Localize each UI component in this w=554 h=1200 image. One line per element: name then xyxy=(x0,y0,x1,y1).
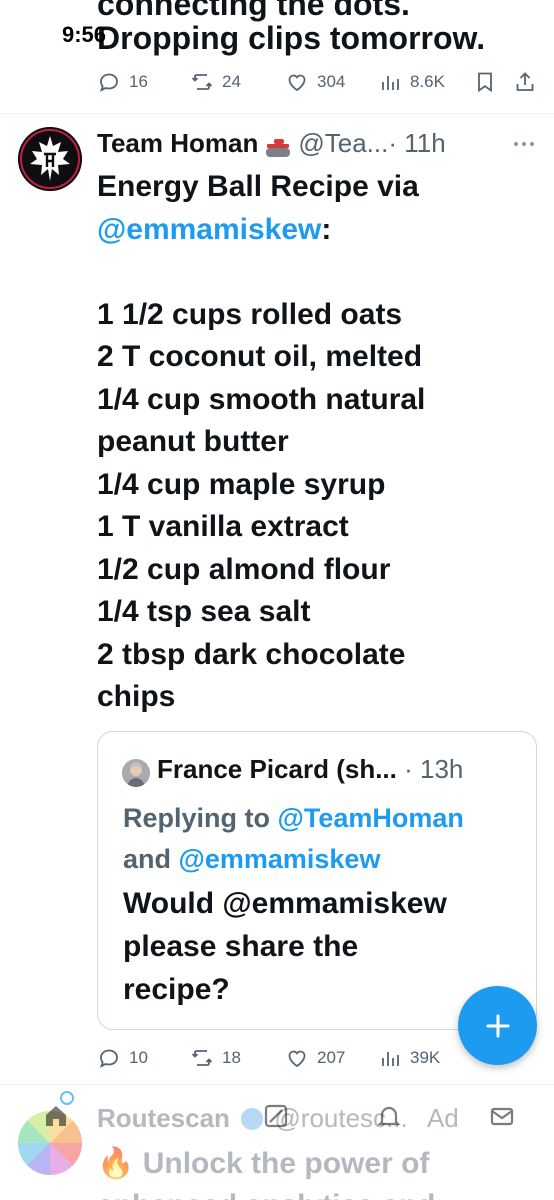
quoted-text-line: please share the xyxy=(123,930,359,963)
reply-button[interactable]: 16 xyxy=(97,70,148,94)
replying-and: and xyxy=(123,844,179,874)
like-count: 304 xyxy=(317,72,346,91)
reply-icon xyxy=(99,73,118,92)
quoted-tweet-time: · 13h xyxy=(396,754,464,784)
quoted-tweet[interactable]: France Picard (sh... · 13h Replying to @… xyxy=(97,731,537,1030)
heart-icon xyxy=(288,1050,306,1068)
colon: : xyxy=(321,212,332,246)
recipe-line: 1/4 tsp sea salt xyxy=(97,595,311,628)
quoted-tweet-text: Would @emmamiskew please share the recip… xyxy=(123,882,533,1011)
previous-tweet-actions: 16 24 304 8.6K xyxy=(0,70,554,96)
views-count: 8.6K xyxy=(410,72,445,91)
quoted-text-line: Would @emmamiskew xyxy=(123,887,447,920)
team-homan-logo-icon xyxy=(18,127,82,191)
share-button[interactable] xyxy=(513,70,537,94)
recipe-line: 1/2 cup almond flour xyxy=(97,552,391,586)
more-options-icon[interactable] xyxy=(512,139,536,149)
status-bar-time: 9:56 xyxy=(62,22,107,47)
views-icon xyxy=(382,76,399,90)
retweet-button[interactable]: 24 xyxy=(190,70,241,94)
author-avatar[interactable] xyxy=(18,127,82,191)
reply-count: 16 xyxy=(129,72,148,91)
recipe-line: chips xyxy=(97,680,176,713)
tweet-header: Team Homan @Tea... · 11h xyxy=(97,128,446,159)
tweet-text: Energy Ball Recipe via @emmamiskew: 1 1/… xyxy=(97,166,537,719)
recipe-line: 1 1/2 cups rolled oats xyxy=(97,297,403,331)
recipe-line: 1 T vanilla extract xyxy=(97,510,349,543)
reply-icon xyxy=(99,1049,118,1068)
like-button[interactable]: 207 xyxy=(285,1046,345,1070)
mention-link[interactable]: @emmamiskew xyxy=(179,844,381,874)
reply-button[interactable]: 10 xyxy=(97,1046,148,1070)
compose-tweet-button[interactable] xyxy=(458,986,537,1065)
plus-icon xyxy=(486,1014,509,1037)
author-name[interactable]: Team Homan xyxy=(97,128,258,159)
retweet-count: 24 xyxy=(222,72,241,91)
grok-icon[interactable] xyxy=(262,1102,290,1130)
replying-prefix: Replying to xyxy=(123,803,278,833)
mention-link[interactable]: @emmamiskew xyxy=(97,213,321,246)
mention-link[interactable]: @TeamHoman xyxy=(278,803,464,833)
replying-to: Replying to @TeamHoman and @emmamiskew xyxy=(123,798,533,880)
recipe-line: 2 tbsp dark chocolate xyxy=(97,637,406,671)
quoted-author-avatar xyxy=(122,759,150,787)
retweet-icon xyxy=(191,74,213,90)
recipe-line: 1/4 cup maple syrup xyxy=(97,467,386,501)
recipe-line: 2 T coconut oil, melted xyxy=(97,340,423,373)
recipe-line: peanut butter xyxy=(97,425,289,458)
heart-icon xyxy=(288,74,306,92)
tweet-divider xyxy=(0,113,554,114)
quoted-author-name: France Picard (sh... xyxy=(157,754,397,784)
views-count: 39K xyxy=(410,1048,441,1067)
author-handle[interactable]: @Tea... xyxy=(298,128,388,159)
curling-stone-icon xyxy=(264,135,292,157)
messages-envelope-icon[interactable] xyxy=(488,1102,516,1130)
home-icon[interactable] xyxy=(42,1102,70,1130)
retweet-button[interactable]: 18 xyxy=(190,1046,241,1070)
notifications-bell-icon[interactable] xyxy=(375,1102,403,1130)
tweet-intro-mention-line: @emmamiskew: xyxy=(97,209,537,252)
views-icon xyxy=(382,1052,399,1066)
share-icon xyxy=(516,72,534,91)
recipe-line: 1/4 cup smooth natural xyxy=(97,382,426,416)
bookmark-icon xyxy=(478,72,492,93)
views-button[interactable]: 8.6K xyxy=(378,70,445,94)
like-button[interactable]: 304 xyxy=(285,70,345,94)
bookmark-button[interactable] xyxy=(473,70,497,94)
tweet-time[interactable]: · 11h xyxy=(388,128,445,159)
views-button[interactable]: 39K xyxy=(378,1046,440,1070)
retweet-icon xyxy=(191,1050,213,1066)
tweet-intro-line: Energy Ball Recipe via xyxy=(97,170,419,203)
retweet-count: 18 xyxy=(222,1048,241,1067)
like-count: 207 xyxy=(317,1048,346,1067)
previous-tweet-text: Dropping clips tomorrow. xyxy=(97,20,486,56)
reply-count: 10 xyxy=(129,1048,148,1067)
quoted-tweet-header: France Picard (sh... · 13h xyxy=(157,754,463,785)
